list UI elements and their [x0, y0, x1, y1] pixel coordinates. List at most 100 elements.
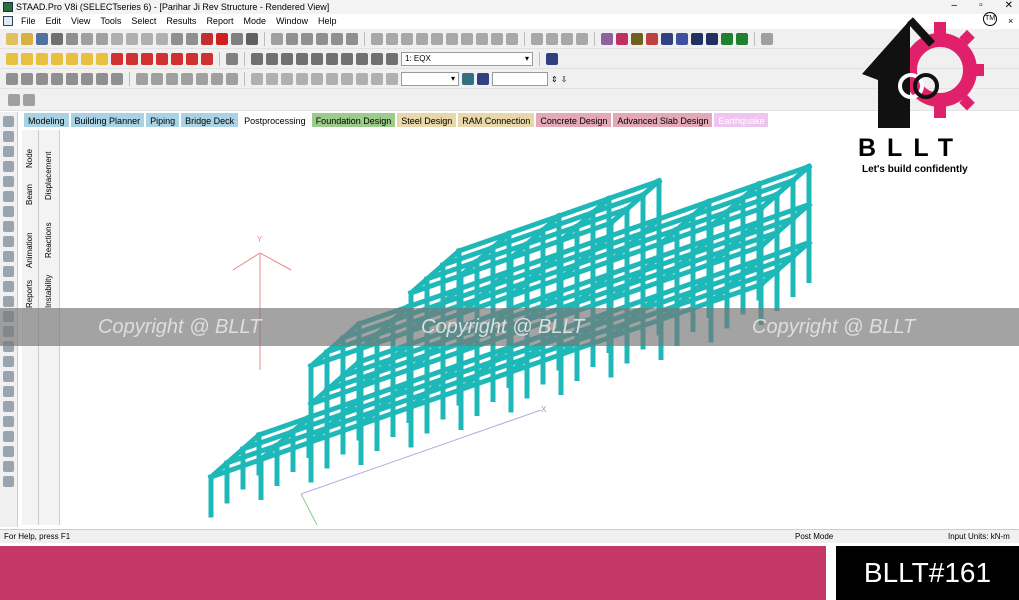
page-tab-animation[interactable]: Animation: [25, 232, 34, 268]
node-select-icon[interactable]: [546, 33, 558, 45]
tool-5-icon[interactable]: [311, 73, 323, 85]
menu-report[interactable]: Report: [201, 16, 238, 26]
view-rotate-icon[interactable]: [201, 53, 213, 65]
page-tab-reactions[interactable]: Reactions: [44, 222, 53, 258]
surfaces-cursor-icon[interactable]: [3, 191, 14, 202]
spin-right-icon[interactable]: [186, 53, 198, 65]
annotate-icon[interactable]: [3, 476, 14, 487]
paste-icon[interactable]: [111, 33, 123, 45]
bucket-icon[interactable]: [3, 401, 14, 412]
add-beam-icon[interactable]: [136, 73, 148, 85]
grid-icon[interactable]: [386, 33, 398, 45]
measure-icon[interactable]: [3, 461, 14, 472]
page-setup-icon[interactable]: [286, 33, 298, 45]
rotate-down-icon[interactable]: [126, 53, 138, 65]
translational-repeat-icon[interactable]: [21, 73, 33, 85]
display-icon[interactable]: [371, 33, 383, 45]
add-support-icon[interactable]: [181, 73, 193, 85]
intersect-icon[interactable]: [96, 73, 108, 85]
print-preview-icon[interactable]: [66, 33, 78, 45]
green-book-icon[interactable]: [721, 33, 733, 45]
tab-bridge-deck[interactable]: Bridge Deck: [181, 113, 239, 127]
context-help-icon[interactable]: [476, 33, 488, 45]
merge-icon[interactable]: [111, 73, 123, 85]
rotate-right-icon[interactable]: [156, 53, 168, 65]
pointer-icon[interactable]: [506, 33, 518, 45]
table-view-icon[interactable]: [23, 94, 35, 106]
dimension-icon[interactable]: [431, 33, 443, 45]
view-from-minus-y-icon[interactable]: [81, 53, 93, 65]
save-icon[interactable]: [36, 33, 48, 45]
tab-concrete-design[interactable]: Concrete Design: [536, 113, 612, 127]
toggle-icon[interactable]: [171, 33, 183, 45]
isometric-view-icon[interactable]: [96, 53, 108, 65]
page-tab-beam[interactable]: Beam: [25, 184, 34, 205]
menu-mode[interactable]: Mode: [238, 16, 271, 26]
zoom-in-icon[interactable]: [266, 53, 278, 65]
chain-icon[interactable]: [616, 33, 628, 45]
hammer-icon[interactable]: [246, 33, 258, 45]
dynamic-zoom-icon[interactable]: [296, 53, 308, 65]
column-symbol-icon[interactable]: [706, 33, 718, 45]
view-from-plus-z-icon[interactable]: [6, 53, 18, 65]
table-icon[interactable]: [462, 73, 474, 85]
checkmark-icon[interactable]: [491, 33, 503, 45]
geometry-cursor-icon[interactable]: [3, 206, 14, 217]
query-help-icon[interactable]: [477, 73, 489, 85]
view-from-plus-y-icon[interactable]: [66, 53, 78, 65]
page-tab-instability[interactable]: Instability: [44, 275, 53, 308]
add-load-icon[interactable]: [196, 73, 208, 85]
tab-piping[interactable]: Piping: [146, 113, 180, 127]
property-icon[interactable]: [211, 73, 223, 85]
zoom-previous-icon[interactable]: [326, 53, 338, 65]
view-from-minus-x-icon[interactable]: [51, 53, 63, 65]
solid-select-icon[interactable]: [576, 33, 588, 45]
page-icon[interactable]: [736, 33, 748, 45]
run-icon[interactable]: [8, 94, 20, 106]
member-select-icon[interactable]: [531, 33, 543, 45]
report-icon[interactable]: [331, 33, 343, 45]
magnify-icon[interactable]: [356, 53, 368, 65]
spec-cursor-icon[interactable]: [3, 266, 14, 277]
geometry-icon[interactable]: [6, 73, 18, 85]
zoom-out-icon[interactable]: [281, 53, 293, 65]
support-cursor-icon[interactable]: [3, 221, 14, 232]
tool-8-icon[interactable]: [356, 73, 368, 85]
document-close-button[interactable]: ×: [1008, 16, 1013, 26]
snap-icon[interactable]: [186, 33, 198, 45]
rotate-left-icon[interactable]: [141, 53, 153, 65]
tab-building-planner[interactable]: Building Planner: [70, 113, 145, 127]
spinner-icon[interactable]: ⇕: [551, 75, 558, 84]
menu-select[interactable]: Select: [126, 16, 161, 26]
menu-window[interactable]: Window: [271, 16, 313, 26]
nodes-cursor-icon[interactable]: [3, 131, 14, 142]
load-case-select[interactable]: 1: EQX ▾: [401, 52, 533, 66]
menu-results[interactable]: Results: [161, 16, 201, 26]
tab-earthquake[interactable]: Earthquake: [714, 113, 769, 127]
lens-icon[interactable]: [386, 53, 398, 65]
grid-toggle-icon[interactable]: [3, 371, 14, 382]
menu-view[interactable]: View: [66, 16, 95, 26]
beams-cursor-icon[interactable]: [3, 146, 14, 157]
close-button[interactable]: ✕: [1005, 0, 1013, 11]
pan-icon[interactable]: [311, 53, 323, 65]
filter-select[interactable]: ▾: [401, 72, 459, 86]
loop-icon[interactable]: [631, 33, 643, 45]
display-whole-icon[interactable]: [226, 53, 238, 65]
document-icon[interactable]: [3, 16, 13, 26]
save-view-icon[interactable]: [761, 33, 773, 45]
run-analysis-icon[interactable]: [216, 33, 228, 45]
dimension-tool-icon[interactable]: [3, 386, 14, 397]
value-input[interactable]: [492, 72, 548, 86]
tab-foundation-design[interactable]: Foundation Design: [311, 113, 396, 127]
query-icon[interactable]: [461, 33, 473, 45]
tool-2-icon[interactable]: [266, 73, 278, 85]
undo-icon[interactable]: [126, 33, 138, 45]
tool-10-icon[interactable]: [386, 73, 398, 85]
undo-view-icon[interactable]: [3, 431, 14, 442]
select-cursor-icon[interactable]: [3, 116, 14, 127]
rfc-icon[interactable]: [201, 33, 213, 45]
load-cursor-icon[interactable]: [3, 236, 14, 247]
page-tab-displacement[interactable]: Displacement: [44, 152, 53, 200]
plate-select-icon[interactable]: [561, 33, 573, 45]
